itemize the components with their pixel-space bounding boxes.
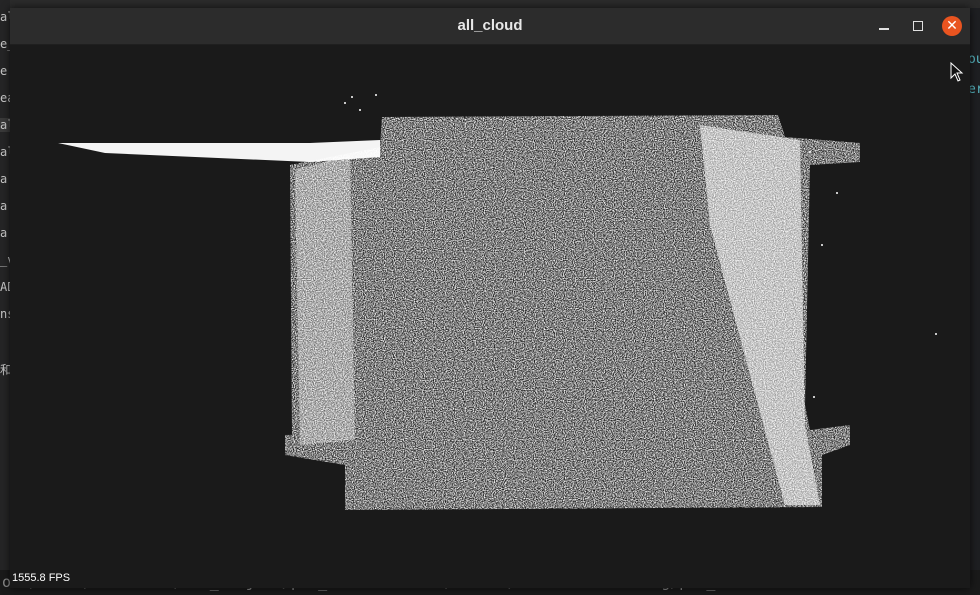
sidebar-fragment: _v: [0, 253, 10, 267]
fps-counter: 1555.8 FPS: [12, 572, 71, 584]
mouse-cursor-icon: [950, 62, 964, 82]
minimize-icon: [879, 28, 889, 30]
code-fragment: ou: [970, 52, 980, 67]
sidebar-fragment: al: [0, 145, 10, 159]
maximize-button[interactable]: [908, 16, 928, 36]
window-title: all_cloud: [457, 17, 523, 34]
code-fragment: er: [970, 82, 980, 97]
background-editor-topbar: [0, 0, 980, 8]
minimize-button[interactable]: [874, 16, 894, 36]
window-titlebar[interactable]: all_cloud ✕: [10, 8, 970, 45]
background-editor-code: ou er: [970, 8, 980, 595]
sidebar-fragment: AD: [0, 280, 10, 294]
sidebar-fragment: 和: [0, 363, 10, 377]
close-button[interactable]: ✕: [942, 16, 962, 36]
sidebar-fragment: ea: [0, 91, 10, 105]
point-cloud-render: [58, 94, 937, 510]
point-cloud-left-face: [295, 155, 355, 445]
viewer-window: all_cloud ✕ 1555.8 FPS: [10, 8, 970, 588]
sidebar-fragment: a.: [0, 172, 10, 186]
point-cloud-viewport[interactable]: 1555.8 FPS: [10, 45, 970, 588]
maximize-icon: [913, 21, 923, 31]
sidebar-fragment: al: [0, 10, 10, 24]
sidebar-fragment: e: [0, 64, 8, 78]
close-icon: ✕: [946, 18, 958, 34]
sidebar-fragment: e_: [0, 37, 10, 51]
sidebar-fragment: a.: [0, 226, 10, 240]
sidebar-fragment: al: [0, 118, 10, 132]
sidebar-fragment: ns: [0, 307, 10, 321]
sidebar-fragment: a.: [0, 199, 10, 213]
background-editor-sidebar: al e_ e ea al al a. a. a. _v AD ns 和: [0, 0, 10, 595]
